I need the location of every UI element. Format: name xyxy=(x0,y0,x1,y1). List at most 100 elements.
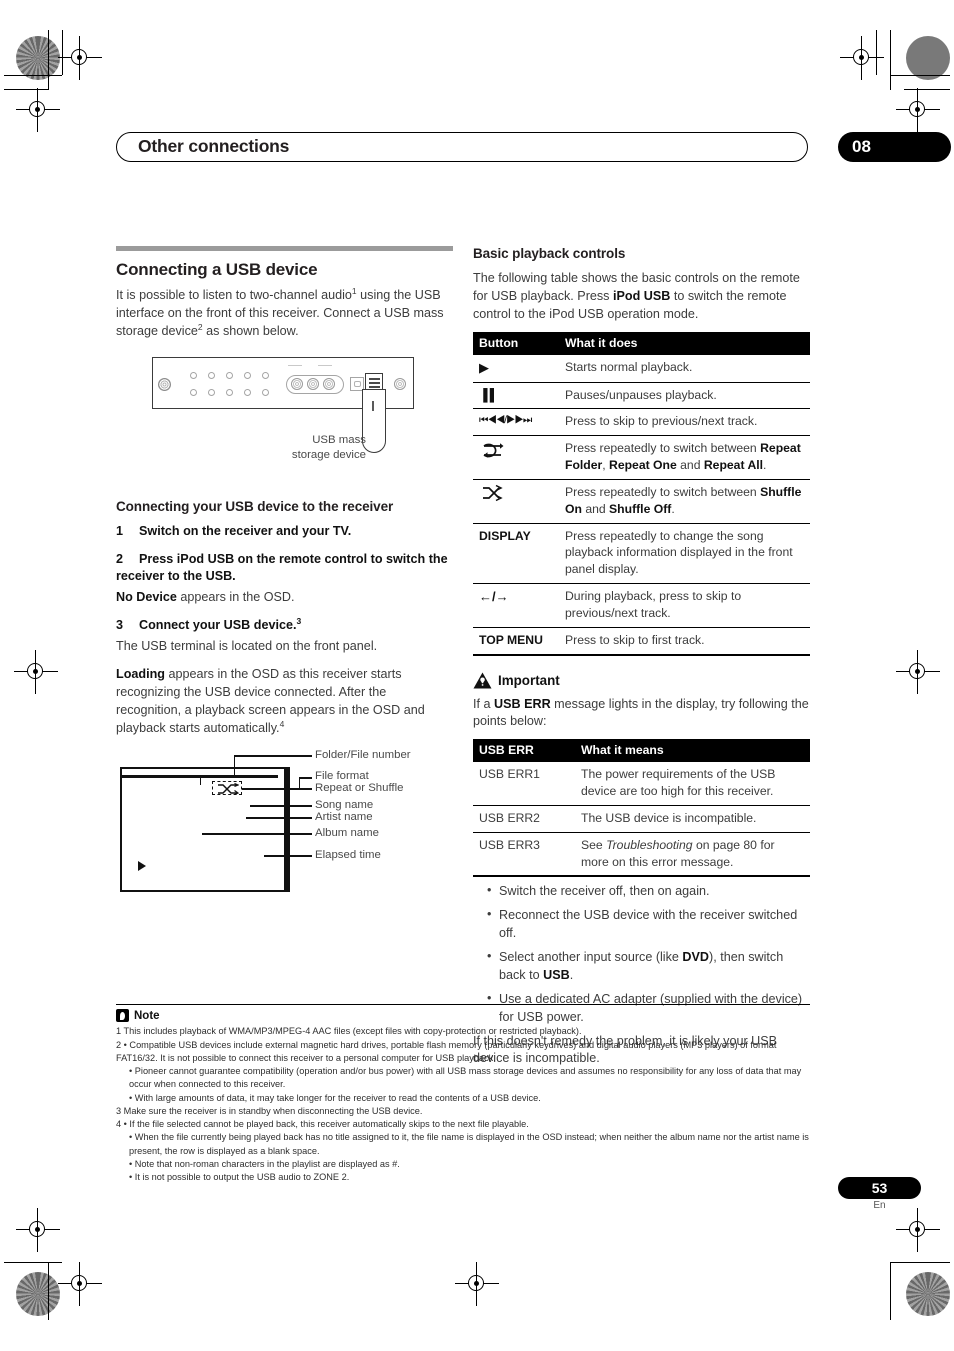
troubleshooting-reference: Troubleshooting xyxy=(606,837,693,852)
step-2: 2 Press iPod USB on the remote control to… xyxy=(116,551,453,587)
row-description: Press repeatedly to change the song play… xyxy=(559,523,810,585)
chapter-number-label: 08 xyxy=(852,137,871,156)
step-number: 3 xyxy=(116,618,124,633)
figure-osd-playback-screen: Folder/File number File format Repeat or… xyxy=(116,745,453,905)
loading-paragraph: Loading appears in the OSD as this recei… xyxy=(116,666,453,738)
important-label: Important xyxy=(498,672,560,688)
registration-mark-bottom-left-inner xyxy=(58,1262,102,1306)
warning-triangle-icon xyxy=(473,672,492,689)
footnote-2-bullet-2: • With large amounts of data, it may tak… xyxy=(129,1092,541,1103)
pause-icon: ▐▐ xyxy=(473,382,559,410)
panel-hole-icon xyxy=(262,371,269,379)
dvd-input-label: DVD xyxy=(682,950,710,965)
panel-button-icon xyxy=(394,377,406,390)
column-header-usb-err: USB ERR xyxy=(473,739,575,763)
crop-mark xyxy=(4,1262,62,1263)
table-header: USB ERR What it means xyxy=(473,739,810,763)
table-row: ▶ Starts normal playback. xyxy=(473,354,810,383)
registration-mark-left-middle xyxy=(14,650,58,694)
footnote-2: 2 • Compatible USB devices include exter… xyxy=(116,1039,777,1063)
osd-message-no-device: No Device xyxy=(116,590,177,605)
leader-line xyxy=(299,777,312,779)
crop-mark xyxy=(890,30,891,90)
crop-mark xyxy=(890,75,950,76)
page-content: Other connections 08 Connecting a USB de… xyxy=(116,132,951,1065)
step-2-body: No Device appears in the OSD. xyxy=(116,589,453,607)
step-title: Press iPod USB on the remote control to … xyxy=(116,551,448,584)
step-1: 1 Switch on the receiver and your TV. xyxy=(116,523,453,541)
panel-hole-icon xyxy=(226,371,233,379)
osd-label-song-name: Song name xyxy=(315,799,374,812)
crop-mark xyxy=(62,30,63,75)
volume-knob-icon xyxy=(158,377,171,391)
footnote-3: 3 Make sure the receiver is in standby w… xyxy=(116,1105,423,1116)
panel-tick-mark xyxy=(288,364,302,366)
warning-glyph xyxy=(473,672,492,688)
footnote-4-bullet-3: • It is not possible to output the USB a… xyxy=(129,1172,350,1183)
panel-hole-icon xyxy=(244,371,251,379)
intro-text-a: It is possible to listen to two-channel … xyxy=(116,288,352,302)
row-description: Press to skip to previous/next track. xyxy=(559,408,810,437)
crop-mark xyxy=(48,30,49,90)
crop-mark xyxy=(890,1262,950,1263)
shuffle-off-label: Shuffle Off xyxy=(609,501,672,516)
registration-mark-right-middle xyxy=(896,650,940,694)
note-heading: Note xyxy=(116,1009,810,1023)
section-rule xyxy=(116,246,453,251)
figure-caption-usb-mass-storage: USB mass storage device xyxy=(266,433,366,464)
panel-tick-mark xyxy=(318,364,332,366)
intro-text-c: as shown below. xyxy=(202,323,299,338)
registration-mark-top-left xyxy=(58,36,102,80)
usb-input-label: USB xyxy=(543,967,570,982)
table-row: Press repeatedly to switch between Repea… xyxy=(473,435,810,480)
panel-button-icon xyxy=(291,377,303,390)
table-row: USB ERR2 The USB device is incompatible. xyxy=(473,805,810,833)
caption-line-1: USB mass xyxy=(312,433,366,446)
shuffle-glyph xyxy=(218,783,239,796)
table-body: USB ERR1 The power requirements of the U… xyxy=(473,762,810,878)
step-number: 1 xyxy=(116,523,124,538)
table-row: ▐▐ Pauses/unpauses playback. xyxy=(473,382,810,410)
table-row: USB ERR1 The power requirements of the U… xyxy=(473,762,810,806)
panel-hole-icon xyxy=(262,388,269,396)
footnote-4-bullet-2: • Note that non-roman characters in the … xyxy=(129,1158,400,1169)
note-label: Note xyxy=(134,1009,160,1022)
column-header-button: Button xyxy=(473,331,559,355)
chapter-number-badge: 08 xyxy=(838,132,951,162)
usb-err-table: USB ERR What it means USB ERR1 The power… xyxy=(473,739,810,878)
column-header-what-it-means: What it means xyxy=(575,739,810,763)
row-description: Press repeatedly to switch between Shuff… xyxy=(559,479,810,524)
leader-line xyxy=(234,755,236,778)
panel-hole-icon xyxy=(226,388,233,396)
page-number-badge: 53 xyxy=(838,1177,921,1199)
panel-hole-icon xyxy=(208,388,215,396)
table-row: DISPLAY Press repeatedly to change the s… xyxy=(473,523,810,585)
usb-err3-meaning: See Troubleshooting on page 80 for more … xyxy=(575,832,810,878)
important-intro: If a USB ERR message lights in the displ… xyxy=(473,696,809,729)
usb-err3-code: USB ERR3 xyxy=(473,832,575,878)
crop-mark xyxy=(876,30,877,75)
registration-mark-top-left-inner xyxy=(16,88,60,132)
registration-mark-bottom-center xyxy=(455,1262,499,1306)
row-description: Press repeatedly to switch between Repea… xyxy=(559,435,810,480)
usb-err1-code: USB ERR1 xyxy=(473,762,575,806)
leader-line xyxy=(234,755,312,757)
section-title-basic-playback-controls: Basic playback controls xyxy=(473,246,626,261)
crop-mark xyxy=(4,75,62,76)
table-row: TOP MENU Press to skip to first track. xyxy=(473,627,810,656)
panel-hole-icon xyxy=(244,388,251,396)
table-row: USB ERR3 See Troubleshooting on page 80 … xyxy=(473,832,810,878)
step-title: Switch on the receiver and your TV. xyxy=(139,523,352,538)
step-3: 3 Connect your USB device.3 xyxy=(116,617,453,635)
leader-line xyxy=(246,817,312,819)
list-item: Select another input source (like DVD), … xyxy=(487,948,810,985)
repeat-glyph xyxy=(483,443,504,459)
step-2-body-text: appears in the OSD. xyxy=(176,590,295,605)
repeat-all-label: Repeat All xyxy=(703,458,764,473)
usb-err1-meaning: The power requirements of the USB device… xyxy=(575,762,810,806)
osd-label-repeat-or-shuffle: Repeat or Shuffle xyxy=(315,782,404,795)
osd-label-album-name: Album name xyxy=(315,827,379,840)
leader-line xyxy=(242,788,312,790)
osd-label-folder-file-number: Folder/File number xyxy=(315,749,411,762)
row-description: During playback, press to skip to previo… xyxy=(559,583,810,628)
